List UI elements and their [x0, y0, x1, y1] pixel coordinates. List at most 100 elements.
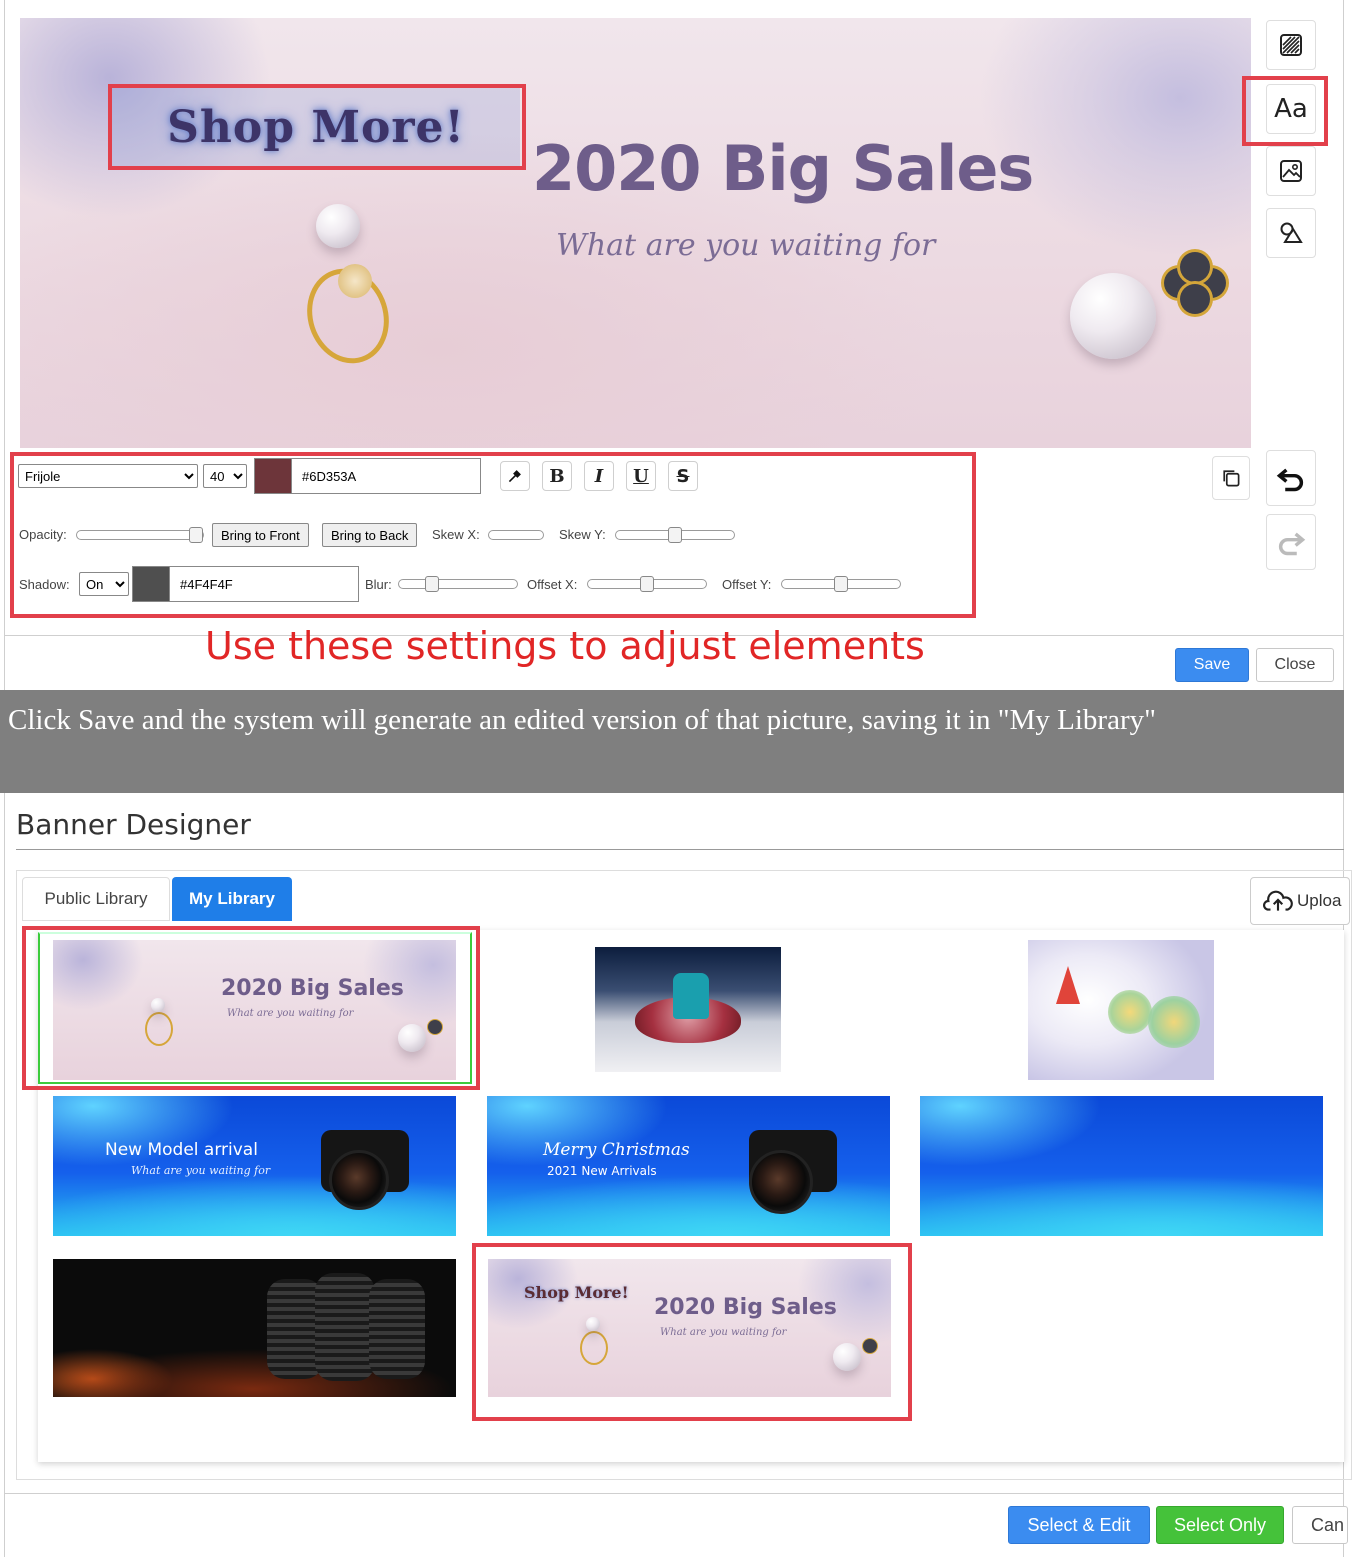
- shop-more-text[interactable]: Shop More!: [112, 88, 520, 166]
- skew-x-slider[interactable]: [488, 530, 544, 540]
- shadow-color-swatch[interactable]: [132, 566, 170, 602]
- thumbnail-blue-wave[interactable]: [920, 1096, 1323, 1236]
- thumbnail-subtitle: What are you waiting for: [131, 1164, 271, 1177]
- thumbnail-jewel[interactable]: 2020 Big Sales What are you waiting for: [53, 940, 456, 1080]
- bring-to-back-button[interactable]: Bring to Back: [322, 523, 418, 547]
- underline-button[interactable]: U: [626, 461, 656, 491]
- offset-y-label: Offset Y:: [722, 577, 772, 592]
- cancel-button[interactable]: Can: [1292, 1506, 1348, 1544]
- opacity-slider[interactable]: [76, 527, 204, 543]
- upload-label: Uploa: [1297, 891, 1342, 910]
- redo-button[interactable]: [1266, 514, 1316, 570]
- undo-button[interactable]: [1266, 450, 1316, 506]
- banner-title[interactable]: 2020 Big Sales: [532, 132, 1034, 205]
- pearl-image: [586, 1317, 600, 1331]
- banner-canvas[interactable]: 2020 Big Sales What are you waiting for: [20, 18, 1251, 448]
- eyedropper-button[interactable]: [500, 461, 530, 491]
- skew-y-slider-thumb[interactable]: [668, 527, 682, 543]
- image-tool-button[interactable]: [1266, 146, 1316, 196]
- shadow-label: Shadow:: [19, 577, 70, 592]
- opacity-slider-thumb[interactable]: [189, 527, 203, 543]
- offset-x-label: Offset X:: [527, 577, 578, 592]
- upload-button[interactable]: Uploa: [1250, 877, 1350, 925]
- ring-stone-image: [338, 264, 372, 298]
- blur-label: Blur:: [365, 577, 392, 592]
- duplicate-icon: [1223, 470, 1240, 487]
- select-only-button[interactable]: Select Only: [1156, 1506, 1284, 1544]
- camera-lens-image: [329, 1150, 389, 1210]
- backpack-image: [673, 973, 709, 1019]
- banner-subtitle[interactable]: What are you waiting for: [556, 228, 935, 263]
- clover-pendant-image: [1180, 284, 1210, 314]
- cloud-upload-icon: [1263, 890, 1293, 911]
- blur-slider-thumb[interactable]: [425, 576, 439, 592]
- thumbnail-title: 2020 Big Sales: [221, 976, 404, 1001]
- title-divider: [16, 849, 1344, 850]
- blur-slider[interactable]: [398, 576, 518, 592]
- background-icon: [1280, 34, 1302, 56]
- clover-pendant-image: [1180, 252, 1210, 282]
- tab-my-library[interactable]: My Library: [172, 877, 292, 921]
- earring-image: [1108, 990, 1152, 1034]
- tire-image: [369, 1279, 425, 1379]
- pearl-image: [151, 998, 165, 1012]
- skew-x-label: Skew X:: [432, 527, 480, 542]
- thumbnail-earrings[interactable]: [1028, 940, 1214, 1080]
- offset-y-slider-thumb[interactable]: [834, 576, 848, 592]
- text-tool-button[interactable]: Aa: [1266, 84, 1316, 134]
- text-color-input[interactable]: #6D353A: [291, 458, 481, 494]
- earring-image: [1148, 996, 1200, 1048]
- font-select[interactable]: Frijole: [18, 464, 198, 488]
- duplicate-button[interactable]: [1212, 456, 1250, 500]
- thumbnail-shop-more: Shop More!: [524, 1283, 629, 1302]
- ring-image: [580, 1331, 608, 1365]
- party-hat-image: [1056, 966, 1080, 1004]
- pearl-image: [398, 1024, 426, 1052]
- designer-title: Banner Designer: [16, 808, 251, 841]
- settings-hint: Use these settings to adjust elements: [205, 624, 925, 668]
- thumbnail-subtitle: 2021 New Arrivals: [547, 1164, 657, 1178]
- thumbnail-title: 2020 Big Sales: [654, 1295, 837, 1320]
- offset-x-slider-thumb[interactable]: [640, 576, 654, 592]
- offset-x-slider[interactable]: [587, 576, 707, 592]
- thumbnail-camera-new-model[interactable]: New Model arrival What are you waiting f…: [53, 1096, 456, 1236]
- caption-text: Click Save and the system will generate …: [8, 704, 1156, 736]
- tab-public-library[interactable]: Public Library: [22, 877, 170, 921]
- skew-y-slider[interactable]: [615, 527, 735, 543]
- clover-pendant-image: [863, 1339, 877, 1353]
- pearl-image: [833, 1343, 861, 1371]
- thumbnail-camera-christmas[interactable]: Merry Christmas 2021 New Arrivals: [487, 1096, 890, 1236]
- thumbnail-tires[interactable]: [53, 1259, 456, 1397]
- clover-pendant-image: [428, 1020, 442, 1034]
- shapes-tool-button[interactable]: [1266, 208, 1316, 258]
- text-color-swatch[interactable]: [254, 458, 292, 494]
- close-button[interactable]: Close: [1256, 648, 1334, 682]
- skew-y-label: Skew Y:: [559, 527, 606, 542]
- italic-button[interactable]: I: [584, 461, 614, 491]
- font-size-select[interactable]: 40: [203, 464, 247, 488]
- shadow-select[interactable]: On: [79, 572, 129, 596]
- tire-image: [315, 1273, 375, 1381]
- thumbnail-title: New Model arrival: [105, 1140, 258, 1160]
- shapes-icon: [1280, 222, 1303, 243]
- ring-image: [145, 1012, 173, 1046]
- bold-button[interactable]: B: [542, 461, 572, 491]
- footer-divider: [4, 1493, 1344, 1494]
- thumbnail-title: Merry Christmas: [543, 1140, 690, 1160]
- thumbnail-subtitle: What are you waiting for: [227, 1008, 354, 1019]
- undo-icon: [1276, 468, 1304, 492]
- opacity-label: Opacity:: [19, 527, 67, 542]
- background-tool-button[interactable]: [1266, 20, 1316, 70]
- thumbnail-subtitle: What are you waiting for: [660, 1327, 787, 1338]
- select-and-edit-button[interactable]: Select & Edit: [1008, 1506, 1150, 1544]
- offset-y-slider[interactable]: [781, 576, 901, 592]
- strikethrough-button[interactable]: S: [668, 461, 698, 491]
- thumbnail-jewel-edited[interactable]: Shop More! 2020 Big Sales What are you w…: [488, 1259, 891, 1397]
- redo-icon: [1278, 532, 1306, 556]
- thumbnail-backpack[interactable]: [595, 947, 781, 1072]
- shadow-color-input[interactable]: #4F4F4F: [169, 566, 359, 602]
- bring-to-front-button[interactable]: Bring to Front: [212, 523, 309, 547]
- camera-lens-image: [749, 1150, 813, 1214]
- image-icon: [1280, 160, 1302, 182]
- save-button[interactable]: Save: [1175, 648, 1249, 682]
